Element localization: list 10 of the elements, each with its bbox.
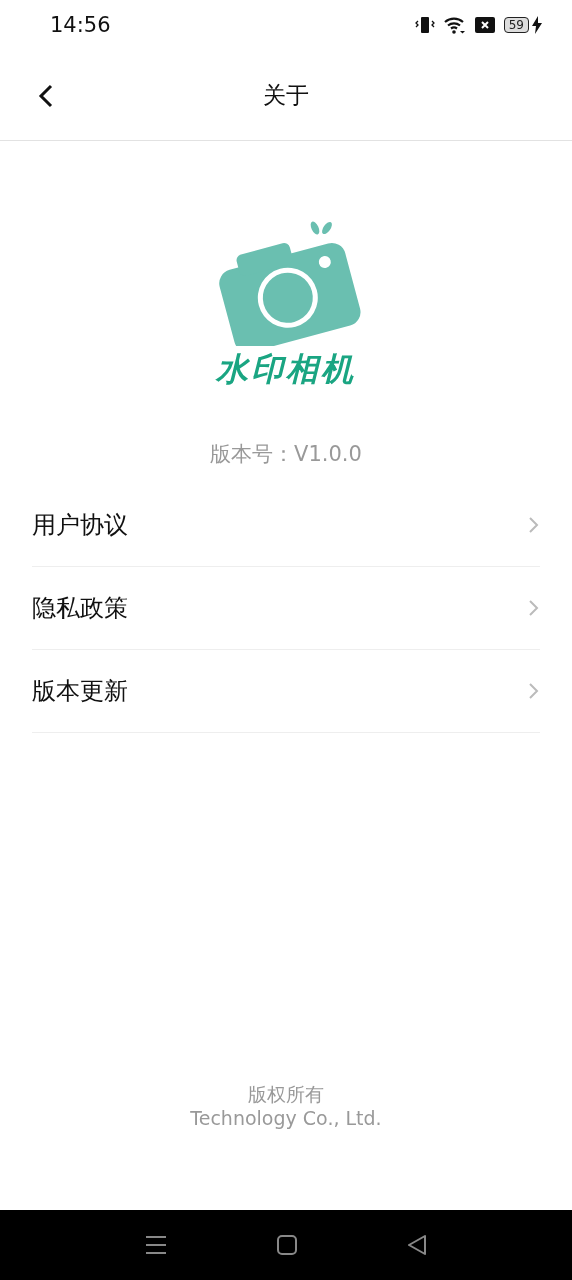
- page-title: 关于: [263, 80, 309, 110]
- company-text: Technology Co., Ltd.: [190, 1106, 382, 1130]
- copyright-text: 版权所有: [248, 1082, 324, 1106]
- menu-item[interactable]: 隐私政策: [32, 567, 540, 650]
- clock: 14:56: [50, 13, 111, 37]
- app-name: 水印相机: [216, 349, 356, 390]
- version-label: 版本号：V1.0.0: [210, 441, 362, 468]
- menu-item[interactable]: 版本更新: [32, 650, 540, 733]
- battery-indicator: 59: [503, 17, 529, 33]
- menu-item[interactable]: 用户协议: [32, 484, 540, 567]
